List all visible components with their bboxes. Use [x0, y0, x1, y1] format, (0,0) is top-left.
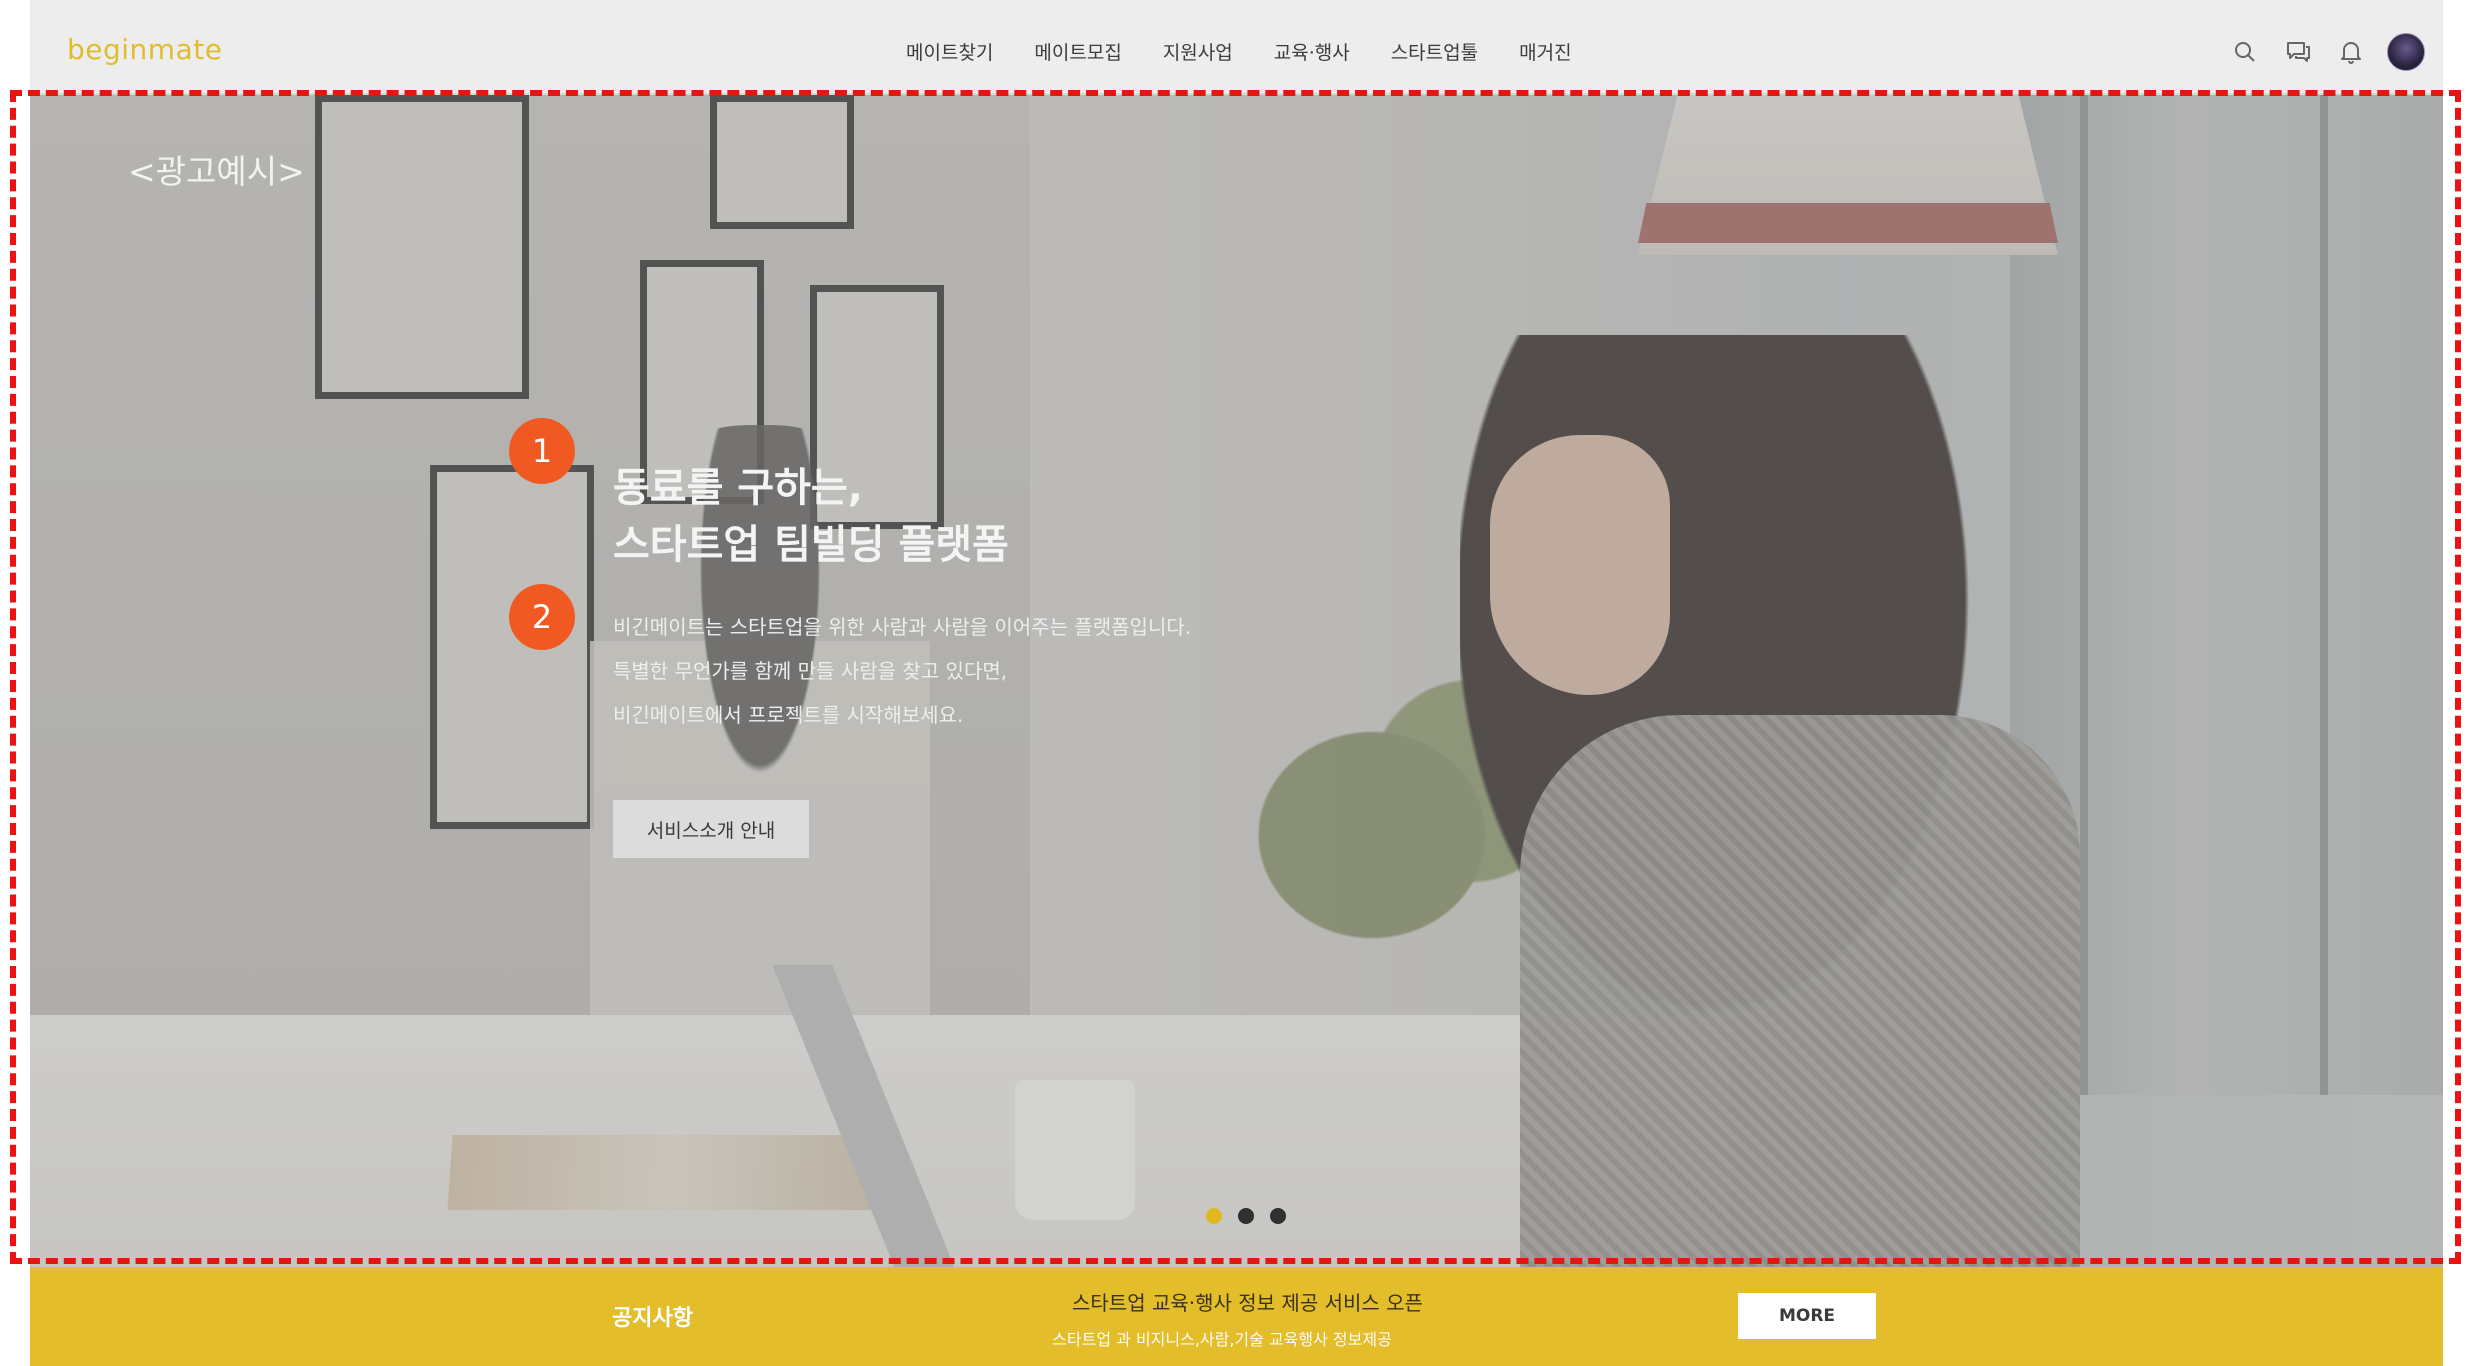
nav-item-magazine[interactable]: 매거진	[1519, 38, 1571, 65]
hero-description-line: 비긴메이트는 스타트업을 위한 사람과 사람을 이어주는 플랫폼입니다.	[613, 615, 1192, 639]
hero-headline-line: 동료를 구하는,	[613, 465, 863, 511]
avatar[interactable]	[2387, 33, 2425, 71]
hero-description: 비긴메이트는 스타트업을 위한 사람과 사람을 이어주는 플랫폼입니다. 특별한…	[613, 605, 1191, 737]
notice-headline[interactable]: 스타트업 교육·행사 정보 제공 서비스 오픈	[1072, 1287, 1423, 1316]
notice-bar: 공지사항 스타트업 교육·행사 정보 제공 서비스 오픈 스타트업 과 비지니스…	[30, 1267, 2443, 1366]
notice-subtext: 스타트업 과 비지니스,사람,기술 교육행사 정보제공	[1052, 1330, 1392, 1349]
chat-icon[interactable]	[2281, 35, 2315, 69]
slide-dot[interactable]	[1270, 1208, 1286, 1224]
slide-dot[interactable]	[1206, 1208, 1222, 1224]
hero-description-line: 비긴메이트에서 프로젝트를 시작해보세요.	[613, 703, 964, 727]
service-intro-button[interactable]: 서비스소개 안내	[613, 800, 809, 858]
nav-item-recruit-mate[interactable]: 메이트모집	[1034, 38, 1121, 65]
search-icon[interactable]	[2228, 35, 2262, 69]
annotation-marker-2: 2	[509, 584, 575, 650]
hero-description-line: 특별한 무언가를 함께 만들 사람을 찾고 있다면,	[613, 659, 1008, 683]
annotation-marker-1: 1	[509, 418, 575, 484]
bell-icon[interactable]	[2334, 35, 2368, 69]
notice-title: 공지사항	[612, 1306, 693, 1331]
main-nav: 메이트찾기 메이트모집 지원사업 교육·행사 스타트업툴 매거진	[906, 38, 1613, 65]
hero-headline-line: 스타트업 팀빌딩 플랫폼	[613, 522, 1009, 568]
slide-indicator	[1206, 1208, 1302, 1224]
nav-item-support[interactable]: 지원사업	[1163, 38, 1233, 65]
more-button[interactable]: MORE	[1738, 1293, 1876, 1339]
hero-banner: <광고예시> 1 2 동료를 구하는, 스타트업 팀빌딩 플랫폼 비긴메이트는 …	[30, 95, 2443, 1267]
hero-headline: 동료를 구하는, 스타트업 팀빌딩 플랫폼	[613, 460, 1009, 574]
logo[interactable]: beginmate	[67, 33, 222, 66]
header: beginmate 메이트찾기 메이트모집 지원사업 교육·행사 스타트업툴 매…	[30, 0, 2443, 95]
nav-item-find-mate[interactable]: 메이트찾기	[906, 38, 993, 65]
slide-dot[interactable]	[1238, 1208, 1254, 1224]
ad-example-label: <광고예시>	[128, 152, 305, 191]
header-icons	[2209, 33, 2425, 71]
nav-item-startup-tools[interactable]: 스타트업툴	[1391, 38, 1478, 65]
nav-item-education-events[interactable]: 교육·행사	[1274, 38, 1350, 65]
